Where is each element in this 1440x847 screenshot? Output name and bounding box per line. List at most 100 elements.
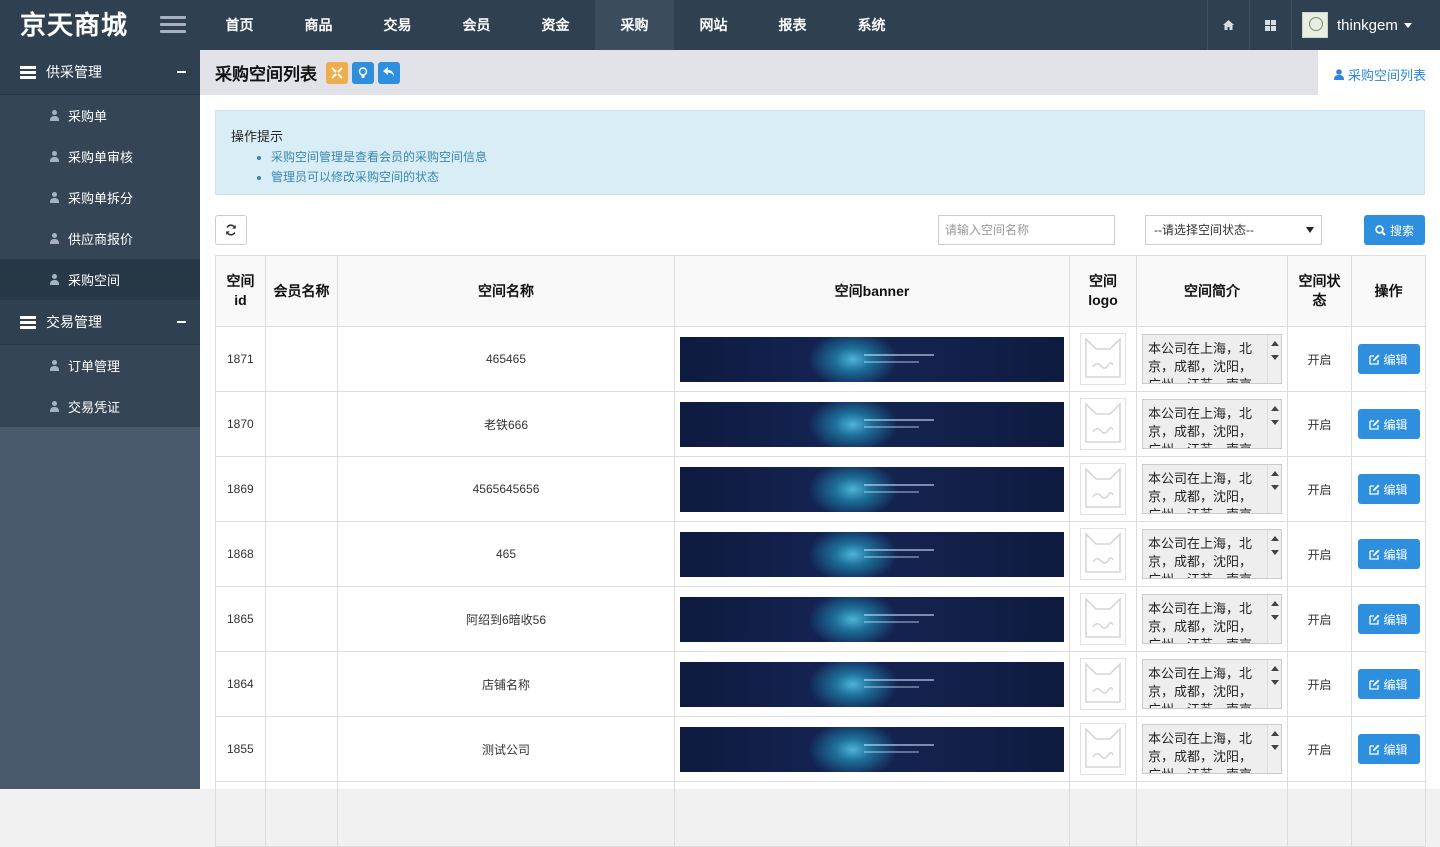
edit-button[interactable]: 编辑 (1357, 474, 1420, 504)
scrollbar[interactable] (1267, 595, 1281, 643)
cell-intro: 本公司在上海，北京，成都，沈阳，广州，江苏，南京等地 (1136, 456, 1288, 522)
sidebar-item-purchase-split[interactable]: 采购单拆分 (0, 177, 200, 218)
sidebar-item-orders[interactable]: 订单管理 (0, 345, 200, 386)
nav-item-member[interactable]: 会员 (437, 0, 516, 50)
edit-button[interactable]: 编辑 (1357, 539, 1420, 569)
user-menu[interactable]: thinkgem (1291, 0, 1440, 50)
menu-toggle-icon[interactable] (160, 16, 186, 34)
avatar (1302, 12, 1328, 38)
app-logo[interactable]: 京天商城 (0, 0, 152, 50)
col-header-member: 会员名称 (265, 255, 338, 327)
main-nav: 首页 商品 交易 会员 资金 采购 网站 报表 系统 (200, 0, 911, 50)
sidebar-group-purchase[interactable]: 供采管理 (0, 50, 200, 95)
edit-button-label: 编辑 (1383, 547, 1408, 562)
cell-status: 开启 (1287, 586, 1352, 652)
th-large-icon[interactable] (1249, 0, 1291, 50)
nav-item-funds[interactable]: 资金 (516, 0, 595, 50)
breadcrumb[interactable]: 采购空间列表 (1334, 65, 1426, 84)
nav-item-home[interactable]: 首页 (200, 0, 279, 50)
edit-button[interactable]: 编辑 (1357, 409, 1420, 439)
sidebar-item-label: 订单管理 (68, 359, 121, 374)
tip-item: 管理员可以修改采购空间的状态 (271, 167, 1409, 187)
scrollbar[interactable] (1267, 400, 1281, 448)
sidebar-item-purchase-order[interactable]: 采购单 (0, 95, 200, 136)
banner-image (680, 466, 1064, 512)
nav-item-system[interactable]: 系统 (832, 0, 911, 50)
home-icon[interactable] (1207, 0, 1249, 50)
sidebar-item-vouchers[interactable]: 交易凭证 (0, 386, 200, 427)
cell-name: 老铁666 (337, 391, 675, 457)
tips-panel: 操作提示 采购空间管理是查看会员的采购空间信息 管理员可以修改采购空间的状态 (215, 110, 1425, 195)
cell-banner (674, 521, 1070, 587)
edit-button[interactable]: 编辑 (1357, 669, 1420, 699)
refresh-button[interactable] (215, 215, 247, 245)
intro-textarea[interactable]: 本公司在上海，北京，成都，沈阳，广州，江苏，南京等地 (1142, 529, 1282, 579)
cell-banner (674, 326, 1070, 392)
nav-item-website[interactable]: 网站 (674, 0, 753, 50)
scrollbar[interactable] (1267, 725, 1281, 773)
search-button[interactable]: 搜索 (1364, 215, 1425, 245)
col-header-intro: 空间简介 (1136, 255, 1288, 327)
edit-button[interactable]: 编辑 (1357, 344, 1420, 374)
edit-button[interactable]: 编辑 (1357, 604, 1420, 634)
sidebar-item-supplier-quote[interactable]: 供应商报价 (0, 218, 200, 259)
sidebar-item-purchase-space[interactable]: 采购空间 (0, 259, 200, 300)
intro-textarea[interactable]: 本公司在上海，北京，成都，沈阳，广州，江苏，南京等地 (1142, 659, 1282, 709)
cell-action: 编辑 (1351, 716, 1426, 782)
cell-logo (1069, 326, 1137, 392)
col-header-status: 空间状态 (1287, 255, 1352, 327)
intro-textarea[interactable]: 本公司在上海，北京，成都，沈阳，广州，江苏，南京等地 (1142, 594, 1282, 644)
nav-item-trade[interactable]: 交易 (358, 0, 437, 50)
tip-item: 采购空间管理是查看会员的采购空间信息 (271, 147, 1409, 167)
sidebar-item-purchase-review[interactable]: 采购单审核 (0, 136, 200, 177)
sidebar-group-trade[interactable]: 交易管理 (0, 300, 200, 345)
cell-intro: 本公司在上海，北京，成都，沈阳，广州，江苏，南京等地 (1136, 326, 1288, 392)
cell-intro: 本公司在上海，北京，成都，沈阳，广州，江苏，南京等地 (1136, 521, 1288, 587)
cell-intro: 本公司在上海，北京，成都，沈阳，广州，江苏，南京等地 (1136, 716, 1288, 782)
sidebar-item-label: 交易凭证 (68, 400, 121, 415)
banner-image (680, 596, 1064, 642)
nav-item-reports[interactable]: 报表 (753, 0, 832, 50)
reply-icon[interactable] (378, 61, 400, 84)
table-header-row: 空间id 会员名称 空间名称 空间banner 空间logo 空间简介 空间状态… (215, 255, 1426, 327)
cell-banner (674, 716, 1070, 782)
edit-button-label: 编辑 (1383, 352, 1408, 367)
search-icon (1375, 224, 1386, 236)
scrollbar[interactable] (1267, 530, 1281, 578)
sidebar-item-label: 采购单审核 (68, 150, 134, 165)
cell-name: 4565645656 (337, 456, 675, 522)
cell-logo (1069, 521, 1137, 587)
sidebar-group-label: 交易管理 (46, 314, 102, 330)
intro-textarea[interactable]: 本公司在上海，北京，成都，沈阳，广州，江苏，南京等地 (1142, 334, 1282, 384)
nav-item-purchase[interactable]: 采购 (595, 0, 674, 50)
page-title: 采购空间列表 (215, 65, 317, 84)
sidebar-item-label: 供应商报价 (68, 232, 134, 247)
space-status-select[interactable]: --请选择空间状态-- (1145, 215, 1322, 245)
intro-textarea[interactable]: 本公司在上海，北京，成都，沈阳，广州，江苏，南京等地 (1142, 724, 1282, 774)
fullscreen-icon[interactable] (326, 61, 348, 84)
edit-button[interactable]: 编辑 (1357, 734, 1420, 764)
logo-placeholder-image (1080, 333, 1126, 385)
lightbulb-icon[interactable] (352, 61, 374, 84)
table-body: 1871465465本公司在上海，北京，成都，沈阳，广州，江苏，南京等地开启编辑… (215, 326, 1426, 847)
cell-id: 1870 (215, 391, 266, 457)
scrollbar[interactable] (1267, 660, 1281, 708)
cell-status: 开启 (1287, 391, 1352, 457)
banner-image (680, 726, 1064, 772)
table-row: 1864 店铺名称 本公司在上海，北京，成都，沈阳，广州，江苏，南京等地开启 编辑 (215, 651, 1426, 717)
cell-member (265, 391, 338, 457)
user-icon (50, 192, 59, 203)
space-name-search-input[interactable] (938, 215, 1115, 245)
nav-item-goods[interactable]: 商品 (279, 0, 358, 50)
logo-placeholder-image (1080, 658, 1126, 710)
list-icon (20, 65, 36, 79)
cell-logo (1069, 391, 1137, 457)
cell-action: 编辑 (1351, 586, 1426, 652)
top-right-tools: thinkgem (1207, 0, 1440, 50)
intro-text: 本公司在上海，北京，成都，沈阳，广州，江苏，南京等地 (1148, 731, 1253, 773)
intro-textarea[interactable]: 本公司在上海，北京，成都，沈阳，广州，江苏，南京等地 (1142, 399, 1282, 449)
intro-textarea[interactable]: 本公司在上海，北京，成都，沈阳，广州，江苏，南京等地 (1142, 464, 1282, 514)
col-header-id: 空间id (215, 255, 266, 327)
scrollbar[interactable] (1267, 465, 1281, 513)
scrollbar[interactable] (1267, 335, 1281, 383)
